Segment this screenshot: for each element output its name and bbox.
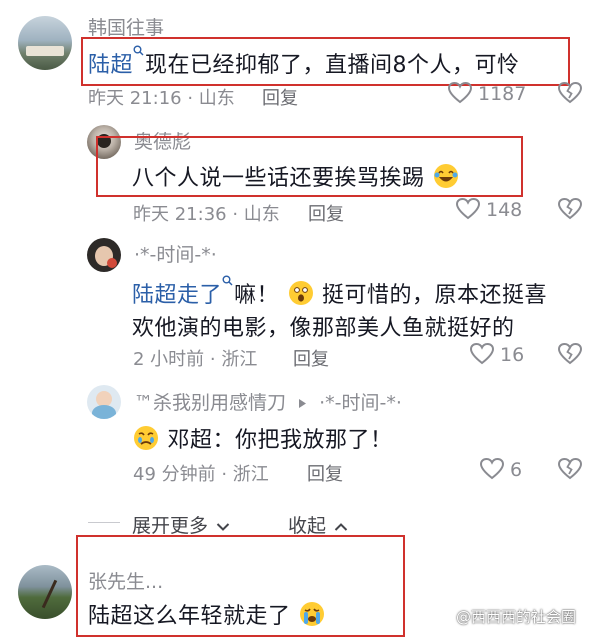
comment-meta: 昨天 21:36 · 山东 (133, 204, 280, 225)
comment-username[interactable]: 张先生... (88, 567, 163, 594)
search-icon (222, 275, 233, 286)
comment-text: 陆超走了 嘛！ 挺可惜的，原本还挺喜 (132, 275, 548, 313)
avatar[interactable] (87, 238, 121, 272)
comment-username[interactable]: 韩国往事 (88, 13, 164, 40)
like-count: 1187 (478, 83, 527, 105)
shocked-emoji-icon (287, 279, 315, 313)
logo-icon (440, 610, 454, 625)
reply-button[interactable]: 回复 (308, 200, 344, 226)
play-arrow-icon (298, 398, 307, 409)
chevron-up-icon (334, 522, 348, 532)
comment-text: 邓超：你把我放那了！ (132, 422, 393, 458)
comment-text-line2: 欢他演的电影，像那部美人鱼就挺好的 (132, 316, 515, 341)
comment-body-part: 嘛！ (234, 283, 280, 308)
collapse-label: 收起 (288, 515, 327, 537)
comment-text: 八个人说一些话还要挨骂挨踢 (132, 160, 460, 196)
broken-heart-icon[interactable] (557, 457, 583, 481)
reply-button[interactable]: 回复 (262, 84, 298, 110)
like-count: 16 (500, 344, 525, 366)
crying-emoji-icon (132, 424, 160, 458)
comment-meta: 49 分钟前 · 浙江 (133, 464, 269, 485)
mention-link[interactable]: 陆超 (88, 53, 133, 78)
chevron-down-icon (216, 522, 230, 532)
reply-target[interactable]: ·*-时间-*· (319, 392, 402, 414)
expand-more-button[interactable]: 展开更多 (132, 511, 230, 538)
comment-text: 陆超 现在已经抑郁了，直播间8个人，可怜 (88, 45, 520, 79)
mention-link[interactable]: 陆超走了 (132, 283, 222, 308)
laughing-crying-emoji-icon (432, 162, 460, 196)
comment-meta: 2 小时前 · 浙江 (133, 349, 258, 370)
reply-author[interactable]: ™杀我别用感情刀 (134, 392, 286, 414)
comment-body: 八个人说一些话还要挨骂挨踢 (132, 166, 425, 191)
comment-username[interactable]: ·*-时间-*· (134, 240, 217, 267)
comment-text: 陆超这么年轻就走了 (88, 598, 326, 634)
watermark-text: @西西西的社会圈 (456, 608, 577, 626)
like-count: 6 (510, 459, 523, 481)
thread-divider (88, 522, 120, 523)
broken-heart-icon[interactable] (557, 81, 583, 105)
reply-button[interactable]: 回复 (307, 460, 343, 486)
comment-body: 陆超这么年轻就走了 (88, 604, 291, 629)
collapse-button[interactable]: 收起 (288, 511, 348, 538)
heart-icon[interactable] (447, 81, 473, 105)
expand-more-label: 展开更多 (132, 515, 209, 537)
comment-username: ™杀我别用感情刀 ·*-时间-*· (134, 388, 402, 415)
comment-meta: 昨天 21:16 · 山东 (88, 88, 235, 109)
comment-body: 现在已经抑郁了，直播间8个人，可怜 (145, 53, 520, 78)
like-count: 148 (486, 199, 523, 221)
broken-heart-icon[interactable] (557, 197, 583, 221)
watermark: @西西西的社会圈 (440, 606, 576, 627)
search-icon (133, 45, 144, 56)
avatar[interactable] (18, 16, 72, 70)
avatar[interactable] (18, 565, 72, 619)
reply-button[interactable]: 回复 (293, 345, 329, 371)
heart-icon[interactable] (469, 342, 495, 366)
heart-icon[interactable] (479, 457, 505, 481)
avatar[interactable] (87, 385, 121, 419)
comment-body: 邓超：你把我放那了！ (167, 428, 393, 453)
loudly-crying-emoji-icon (298, 600, 326, 634)
comment-body-part: 挺可惜的，原本还挺喜 (322, 283, 548, 308)
heart-icon[interactable] (455, 197, 481, 221)
broken-heart-icon[interactable] (557, 342, 583, 366)
